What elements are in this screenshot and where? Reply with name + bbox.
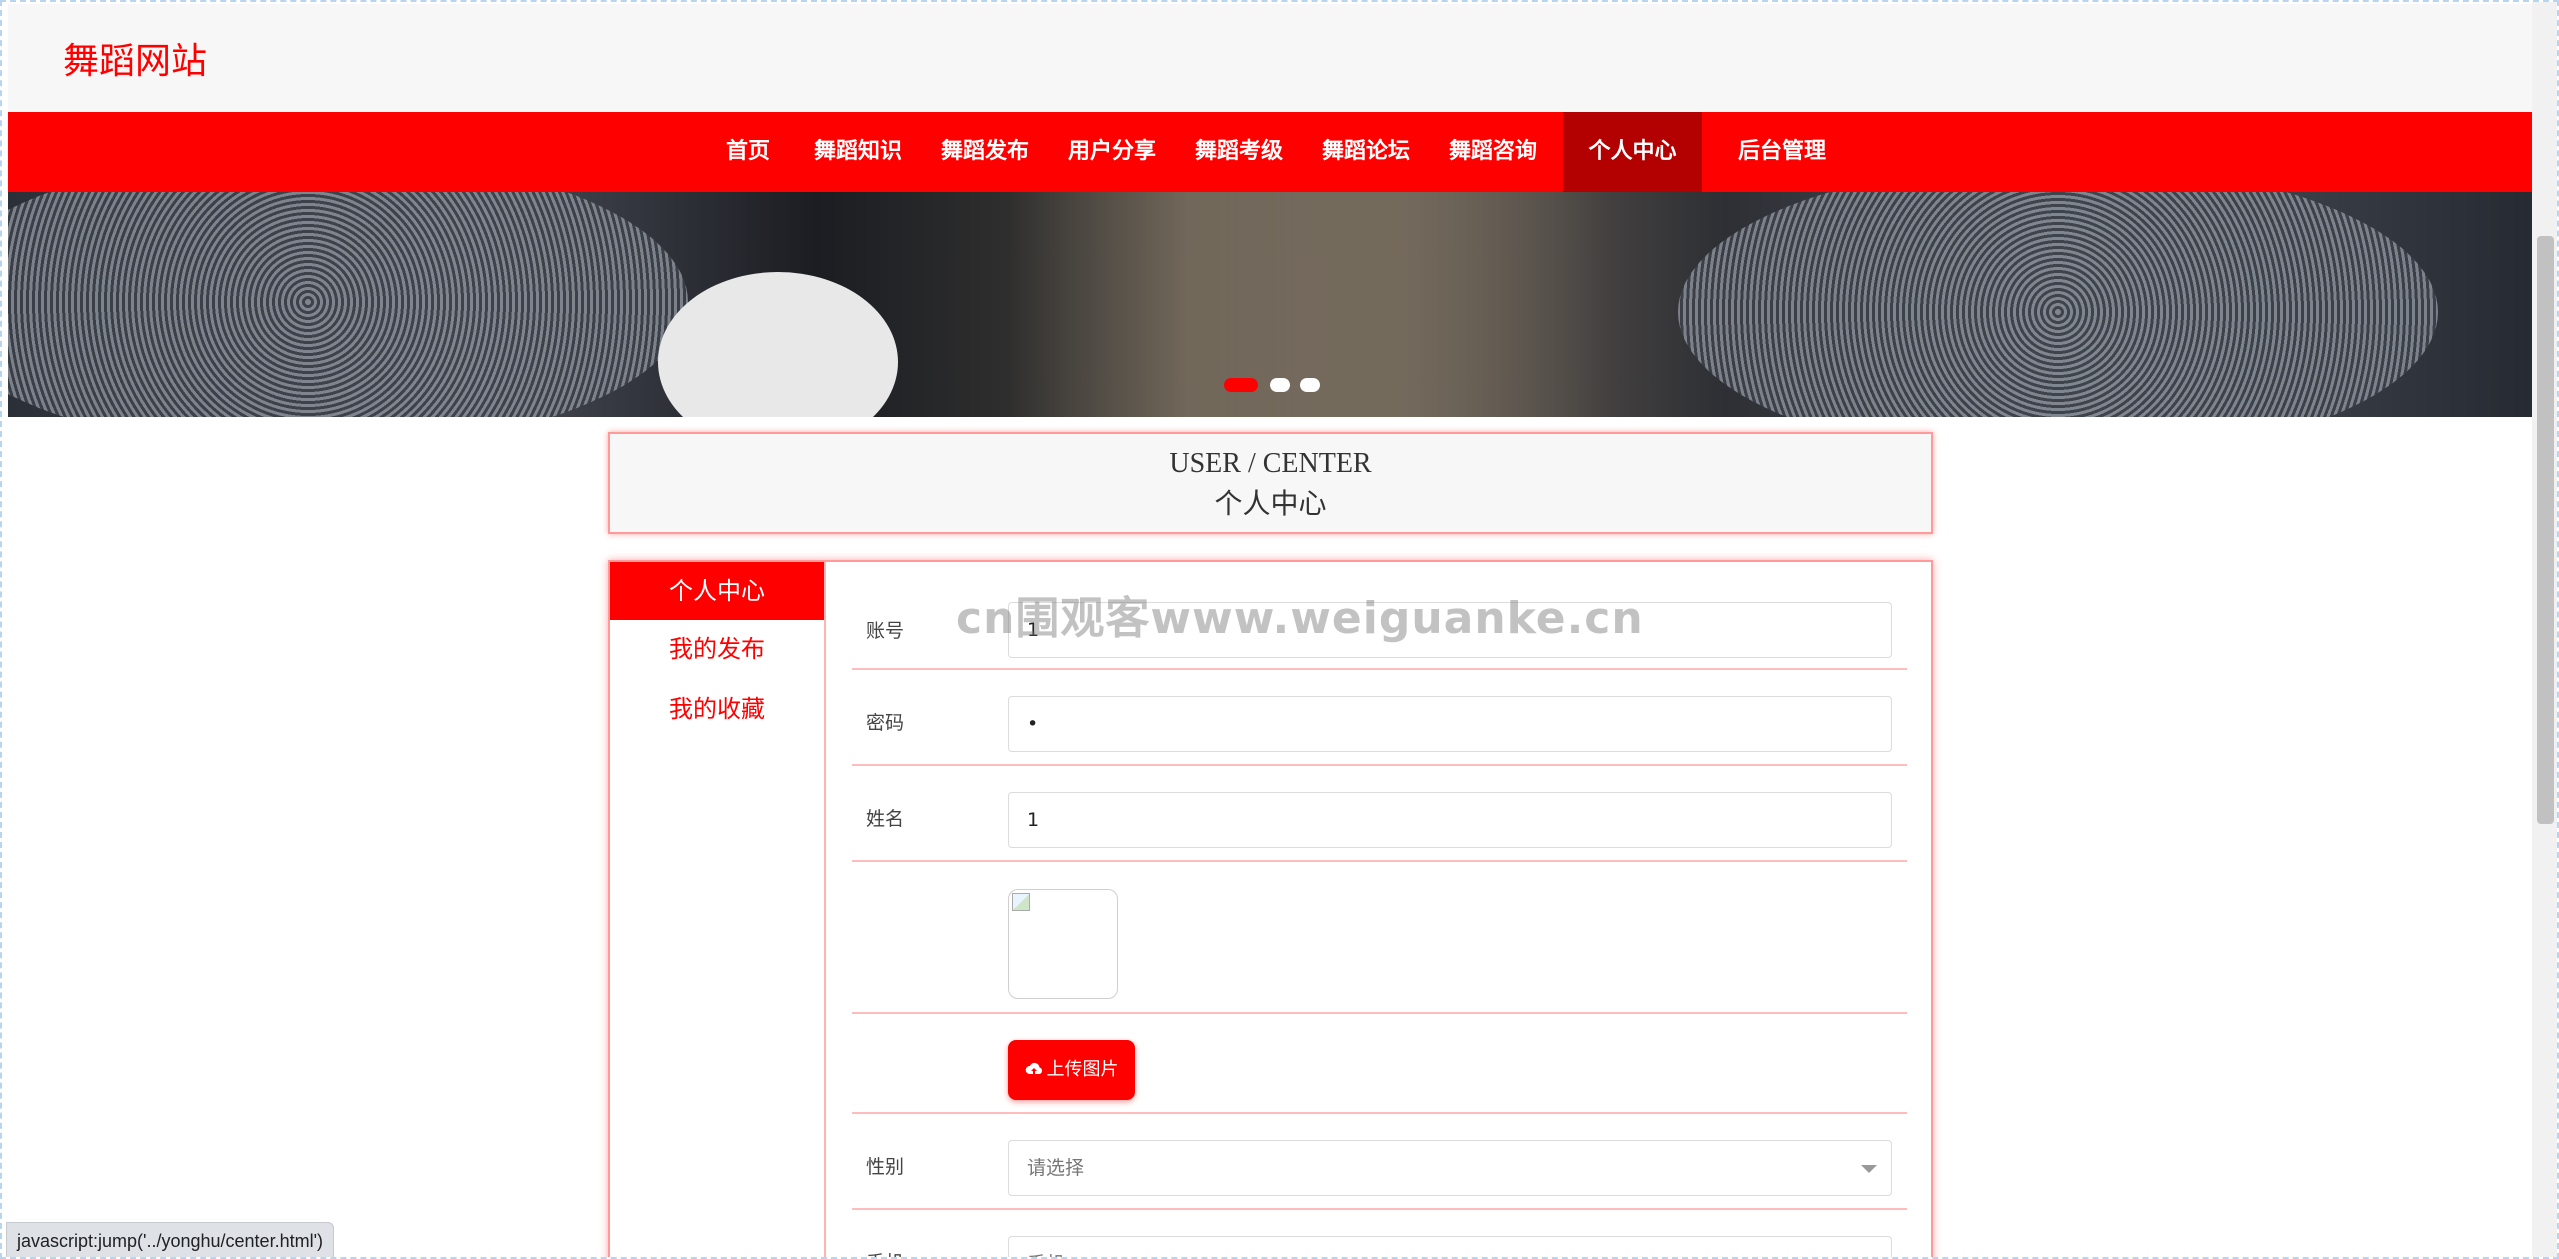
carousel-dot-3[interactable] <box>1300 378 1320 392</box>
form-row-password: 密码 • <box>852 670 1907 766</box>
scrollbar-thumb[interactable] <box>2537 236 2554 824</box>
phone-input[interactable]: 手机 <box>1008 1236 1892 1257</box>
upload-image-button[interactable]: 上传图片 <box>1008 1040 1135 1100</box>
cloud-upload-icon <box>1025 1062 1042 1074</box>
name-input[interactable]: 1 <box>1008 792 1892 848</box>
gender-select[interactable]: 请选择 <box>1008 1140 1892 1196</box>
nav-item-dance-forum[interactable]: 舞蹈论坛 <box>1310 112 1422 192</box>
form-row-name: 姓名 1 <box>852 766 1907 862</box>
main-nav: 首页 舞蹈知识 舞蹈发布 用户分享 舞蹈考级 舞蹈论坛 舞蹈咨询 个人中心 后台… <box>8 112 2532 192</box>
nav-item-dance-consult[interactable]: 舞蹈咨询 <box>1437 112 1549 192</box>
site-title[interactable]: 舞蹈网站 <box>63 32 207 84</box>
nav-item-dance-exam[interactable]: 舞蹈考级 <box>1183 112 1295 192</box>
sidebar-item-personal-center[interactable]: 个人中心 <box>610 562 824 620</box>
password-label: 密码 <box>866 712 905 734</box>
profile-form: 账号 1 密码 • 姓名 1 上传图片 性别 请选择 <box>852 562 1907 1257</box>
phone-label: 手机 <box>866 1248 904 1257</box>
password-input[interactable]: • <box>1008 696 1892 752</box>
upload-image-label: 上传图片 <box>1046 1059 1119 1080</box>
user-sidebar: 个人中心 我的发布 我的收藏 <box>610 562 826 1257</box>
nav-item-dance-knowledge[interactable]: 舞蹈知识 <box>802 112 914 192</box>
banner-cymbal-left <box>8 192 688 417</box>
user-center-title-box: USER / CENTER 个人中心 <box>608 432 1933 534</box>
avatar-preview <box>1008 889 1118 999</box>
name-label: 姓名 <box>866 808 905 830</box>
nav-item-home[interactable]: 首页 <box>708 112 788 192</box>
carousel-dot-1[interactable] <box>1224 378 1258 392</box>
browser-viewport: 舞蹈网站 首页 舞蹈知识 舞蹈发布 用户分享 舞蹈考级 舞蹈论坛 舞蹈咨询 个人… <box>0 0 2559 1259</box>
banner-cymbal-right <box>1678 192 2438 417</box>
banner-drum <box>658 272 898 417</box>
nav-item-admin[interactable]: 后台管理 <box>1720 112 1844 192</box>
nav-item-personal-center[interactable]: 个人中心 <box>1563 112 1702 192</box>
site-header: 舞蹈网站 <box>8 4 2532 112</box>
gender-label: 性别 <box>866 1156 905 1178</box>
browser-status-bar: javascript:jump('../yonghu/center.html') <box>6 1222 334 1257</box>
nav-item-dance-publish[interactable]: 舞蹈发布 <box>929 112 1041 192</box>
user-center-panel: 个人中心 我的发布 我的收藏 账号 1 密码 • 姓名 1 上传图片 性别 请选… <box>608 560 1933 1257</box>
sidebar-item-my-favorites[interactable]: 我的收藏 <box>610 680 824 738</box>
broken-image-icon <box>1012 893 1030 911</box>
carousel-dot-2[interactable] <box>1270 378 1290 392</box>
form-row-avatar <box>852 862 1907 1014</box>
user-center-title-cn: 个人中心 <box>1214 487 1327 520</box>
nav-item-user-share[interactable]: 用户分享 <box>1056 112 1168 192</box>
banner-carousel[interactable] <box>8 192 2532 417</box>
form-row-upload: 上传图片 <box>852 1014 1907 1114</box>
sidebar-item-my-posts[interactable]: 我的发布 <box>610 620 824 678</box>
account-label: 账号 <box>866 620 905 642</box>
page-scrollbar[interactable] <box>2532 2 2557 1257</box>
user-center-title-en: USER / CENTER <box>1169 448 1372 479</box>
form-row-phone: 手机 手机 <box>852 1210 1907 1257</box>
form-row-gender: 性别 请选择 <box>852 1114 1907 1210</box>
chevron-down-icon <box>1861 1165 1877 1173</box>
gender-select-placeholder: 请选择 <box>1027 1157 1085 1179</box>
watermark-text: cn围观客www.weiguanke.cn <box>956 593 1644 644</box>
